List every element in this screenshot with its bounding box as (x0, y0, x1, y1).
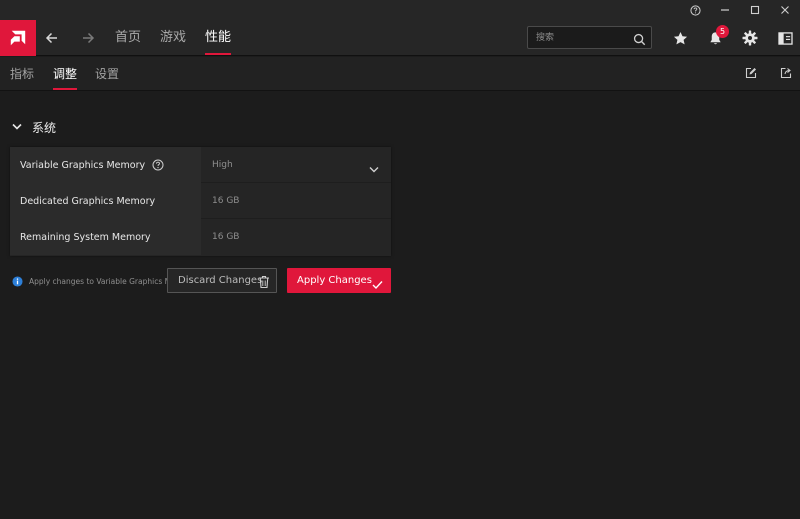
help-icon (689, 4, 701, 16)
close-button[interactable] (770, 0, 800, 20)
amd-logo-icon (10, 30, 26, 46)
tab-performance[interactable]: 性能 (205, 20, 232, 56)
variable-graphics-memory-dropdown[interactable]: High (202, 147, 391, 183)
tab-metrics[interactable]: 指标 (10, 57, 34, 90)
tab-tuning[interactable]: 调整 (53, 57, 78, 90)
notification-badge: 5 (716, 25, 729, 38)
setting-label: Remaining System Memory (20, 231, 151, 243)
tab-games[interactable]: 游戏 (160, 20, 186, 56)
maximize-button[interactable] (740, 0, 770, 20)
minimize-button[interactable] (710, 0, 740, 20)
discard-label: Discard Changes (178, 275, 263, 286)
setting-label: Variable Graphics Memory (20, 159, 146, 171)
sidebar-panel-button[interactable] (775, 28, 795, 48)
setting-row-variable-graphics-memory: Variable Graphics Memory High (10, 147, 391, 183)
setting-row-dedicated-graphics-memory: Dedicated Graphics Memory 16 GB (10, 183, 391, 219)
info-icon (12, 275, 23, 287)
trash-icon (258, 274, 270, 293)
setting-label-cell: Variable Graphics Memory (10, 147, 201, 183)
system-settings-card: Variable Graphics Memory High Dedicated … (10, 147, 391, 256)
discard-changes-button[interactable]: Discard Changes (167, 268, 277, 293)
setting-value-cell: 16 GB (202, 219, 391, 255)
gear-icon (742, 30, 758, 46)
edit-icon (745, 67, 757, 79)
setting-label-cell: Remaining System Memory (10, 219, 201, 255)
forward-button[interactable] (78, 28, 98, 48)
app-header: 首页 游戏 性能 (0, 20, 800, 56)
forward-arrow-icon (83, 32, 95, 44)
tab-home[interactable]: 首页 (115, 20, 141, 56)
chevron-down-icon[interactable] (12, 123, 22, 131)
settings-button[interactable] (740, 28, 760, 48)
help-circle-icon[interactable] (152, 156, 164, 175)
minimize-icon (721, 9, 729, 11)
setting-label-cell: Dedicated Graphics Memory (10, 183, 201, 219)
dropdown-selected-value: High (212, 160, 233, 170)
help-button[interactable] (680, 0, 710, 20)
back-button[interactable] (42, 28, 62, 48)
search-icon[interactable] (633, 31, 646, 50)
apply-label: Apply Changes (297, 275, 372, 286)
setting-value-cell: 16 GB (202, 183, 391, 219)
chevron-down-icon (369, 159, 379, 178)
export-icon (780, 67, 792, 79)
tab-settings[interactable]: 设置 (95, 57, 119, 90)
checkmark-icon (372, 275, 383, 294)
maximize-icon (750, 5, 760, 15)
window-titlebar (0, 0, 800, 20)
setting-value: 16 GB (212, 196, 240, 206)
setting-value: 16 GB (212, 232, 240, 242)
setting-label: Dedicated Graphics Memory (20, 195, 156, 207)
close-icon (781, 6, 789, 14)
export-button[interactable] (779, 66, 793, 80)
amd-logo[interactable] (0, 20, 36, 56)
edit-button[interactable] (744, 66, 758, 80)
sub-navigation: 指标 调整 设置 (0, 57, 800, 91)
back-arrow-icon (45, 32, 57, 44)
search-input[interactable] (536, 29, 631, 46)
section-title: 系统 (32, 120, 57, 135)
apply-changes-button[interactable]: Apply Changes (287, 268, 391, 293)
sidebar-panel-icon (777, 31, 793, 45)
setting-row-remaining-system-memory: Remaining System Memory 16 GB (10, 219, 391, 255)
system-section-header[interactable]: 系统 (12, 118, 56, 136)
search-box[interactable] (527, 26, 652, 49)
favorites-button[interactable] (670, 28, 690, 48)
star-icon (673, 31, 687, 44)
